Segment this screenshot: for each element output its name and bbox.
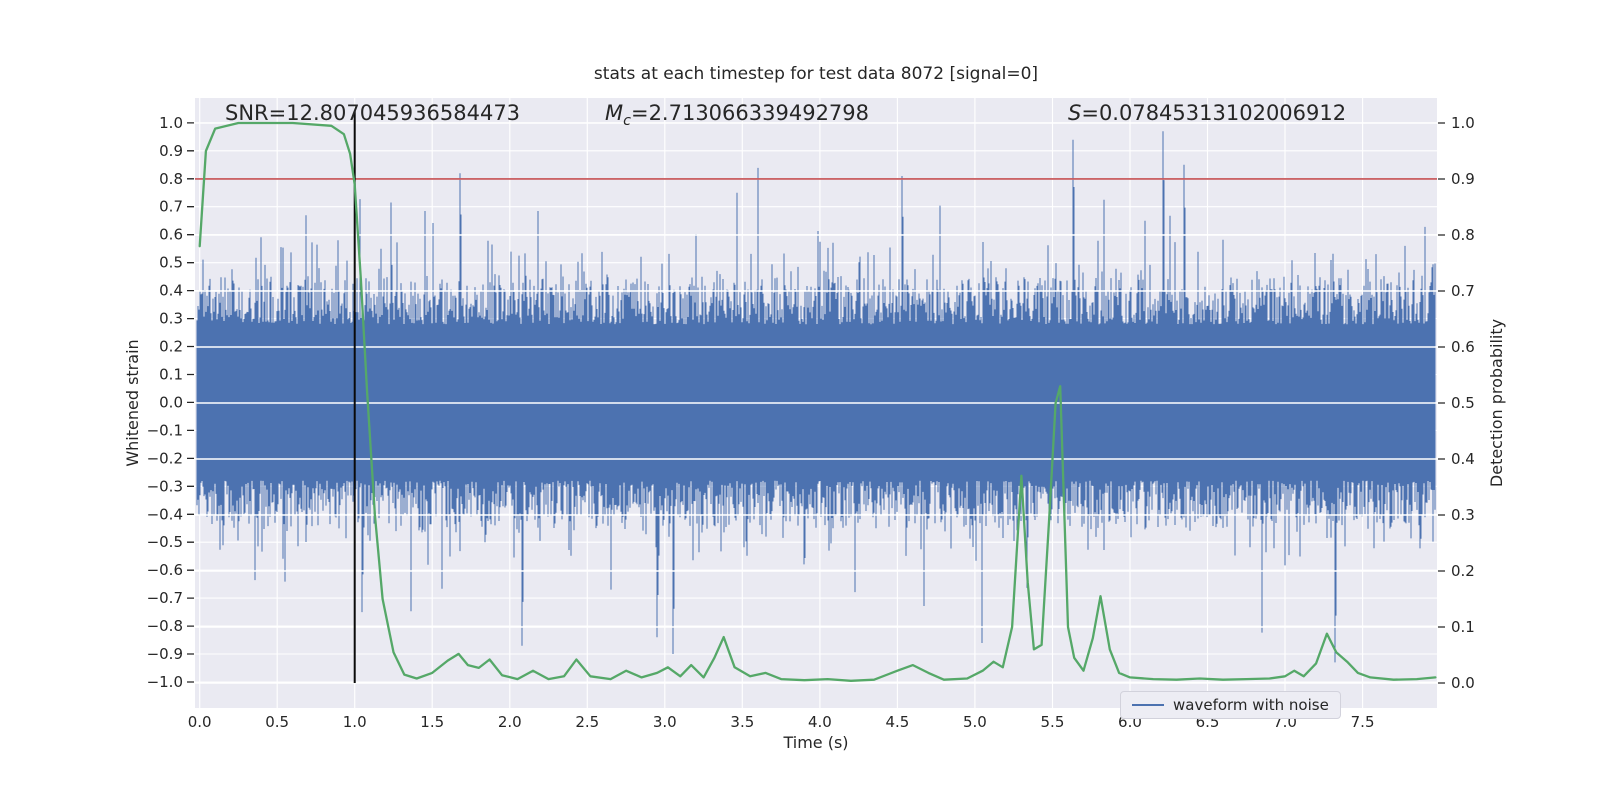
y-tick-label-left: −0.8 [147, 617, 183, 635]
legend: waveform with noise [1120, 691, 1341, 719]
y-tick-label-right: 0.5 [1451, 394, 1475, 412]
annotation-statistic: S=0.07845313102006912 [1068, 101, 1347, 125]
x-tick-label: 1.0 [343, 713, 367, 731]
x-tick-label: 5.0 [963, 713, 987, 731]
y-tick-label-left: 0.7 [159, 198, 183, 216]
y-tick-label-left: 0.2 [159, 338, 183, 356]
y-tick-label-left: −0.4 [147, 505, 183, 523]
x-tick-label: 0.5 [265, 713, 289, 731]
y-tick-label-left: −0.2 [147, 449, 183, 467]
y-tick-label-left: 0.4 [159, 282, 183, 300]
y-tick-label-left: 1.0 [159, 114, 183, 132]
y-tick-label-right: 0.7 [1451, 282, 1475, 300]
x-tick-label: 3.5 [730, 713, 754, 731]
x-tick-label: 2.5 [575, 713, 599, 731]
figure: 1.0 0.9 0.8 0.7 0.6 0.5 0.4 0.3 0.2 0.1 0.0 −0.1 −0.… [0, 0, 1600, 800]
y-tick-label-left: −0.5 [147, 533, 183, 551]
chart-title: stats at each timestep for test data 807… [593, 64, 1039, 84]
y-tick-label-right: 1.0 [1451, 114, 1475, 132]
y-tick-label-left: −0.6 [147, 561, 183, 579]
y-tick-label-left: −0.7 [147, 589, 183, 607]
x-tick-label: 4.0 [808, 713, 832, 731]
y-tick-label-left: 0.5 [159, 254, 183, 272]
legend-line-sample [1132, 704, 1164, 706]
y-tick-label-right: 0.3 [1451, 506, 1475, 524]
y-tick-label-right: 0.9 [1451, 170, 1475, 188]
y-tick-label-left: −0.1 [147, 421, 183, 439]
y-tick-label-left: 0.6 [159, 226, 183, 244]
y-axis-label-left: Whitened strain [123, 339, 142, 466]
y-tick-label-right: 0.1 [1451, 618, 1475, 636]
x-tick-label: 3.0 [653, 713, 677, 731]
y-tick-label-left: 0.8 [159, 170, 183, 188]
x-tick-label: 7.5 [1351, 713, 1375, 731]
y-axis-label-right: Detection probability [1487, 319, 1506, 487]
y-tick-label-right: 0.2 [1451, 562, 1475, 580]
y-tick-label-left: 0.9 [159, 142, 183, 160]
x-tick-label: 2.0 [498, 713, 522, 731]
annotation-snr: SNR=12.807045936584473 [225, 101, 521, 125]
y-tick-label-left: 0.1 [159, 365, 183, 383]
y-tick-label-left: −0.9 [147, 645, 183, 663]
y-tick-label-right: 0.4 [1451, 450, 1475, 468]
y-tick-label-left: −0.3 [147, 477, 183, 495]
x-tick-label: 1.5 [420, 713, 444, 731]
y-tick-label-right: 0.0 [1451, 674, 1475, 692]
y-tick-label-right: 0.8 [1451, 226, 1475, 244]
legend-label: waveform with noise [1173, 696, 1329, 714]
y-tick-label-left: 0.0 [159, 393, 183, 411]
y-tick-label-right: 0.6 [1451, 338, 1475, 356]
x-axis-label: Time (s) [783, 733, 849, 752]
x-tick-label: 5.5 [1041, 713, 1065, 731]
x-tick-label: 0.0 [188, 713, 212, 731]
y-tick-label-left: −1.0 [147, 673, 183, 691]
x-tick-label: 4.5 [885, 713, 909, 731]
annotation-chirp-mass: Mc=2.713066339492798 [605, 101, 870, 130]
y-tick-label-left: 0.3 [159, 310, 183, 328]
